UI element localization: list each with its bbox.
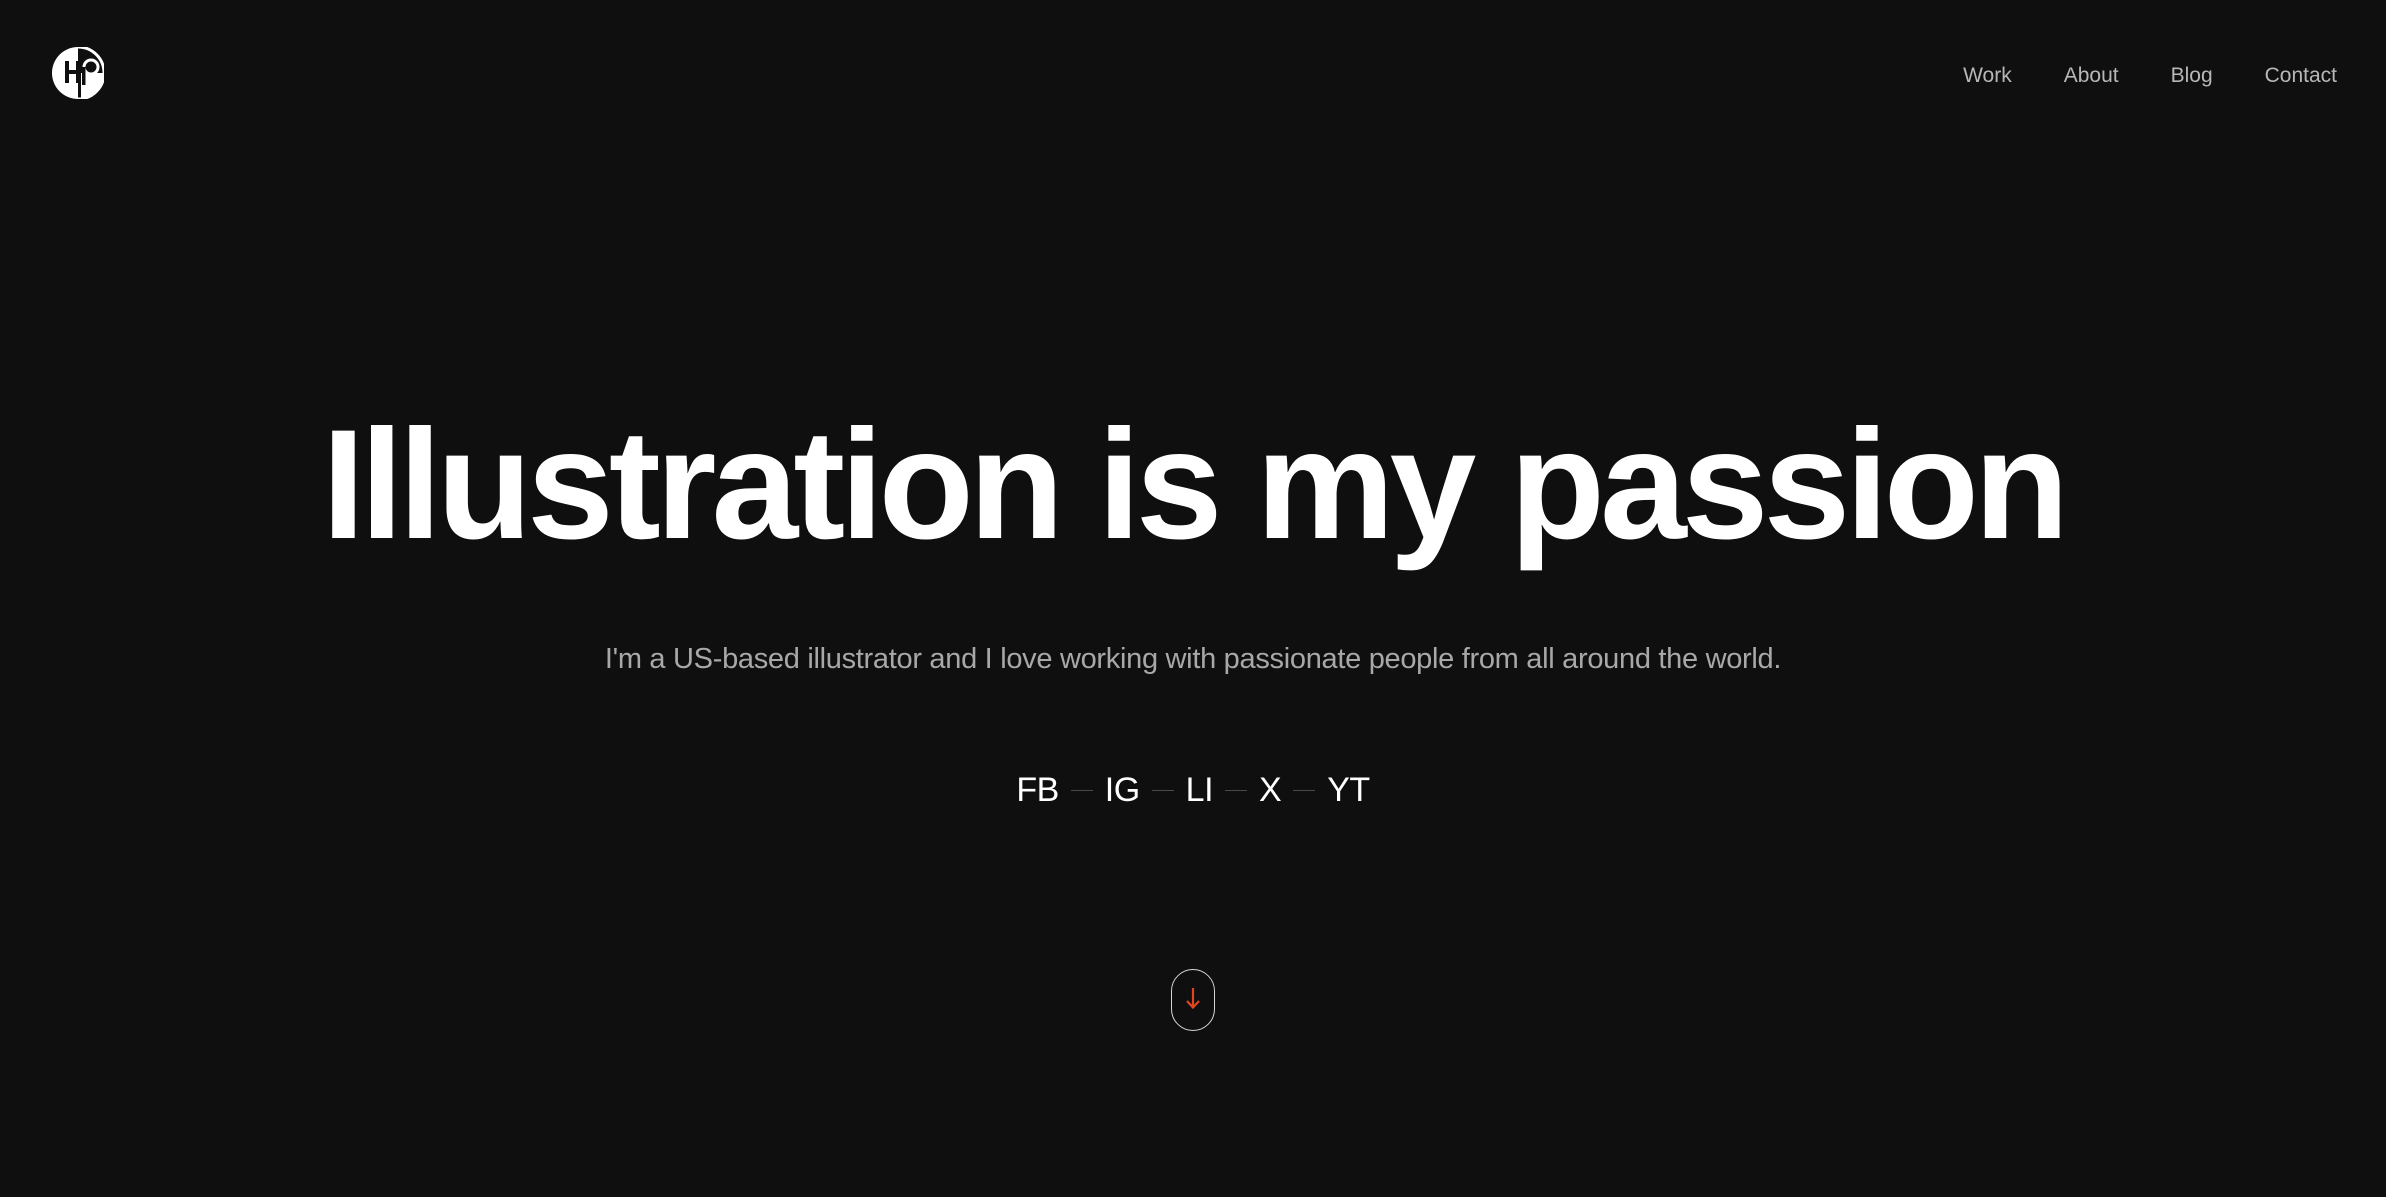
nav-link-blog[interactable]: Blog xyxy=(2171,62,2213,90)
nav-link-work[interactable]: Work xyxy=(1963,62,2012,90)
nav-link-about[interactable]: About xyxy=(2064,62,2119,90)
nav-link-contact[interactable]: Contact xyxy=(2265,62,2337,90)
main-nav: Work About Blog Contact xyxy=(1911,62,2337,90)
social-link-instagram[interactable]: IG xyxy=(1105,768,1140,812)
arrow-down-icon xyxy=(1184,985,1202,1016)
social-links: FB IG LI X YT xyxy=(0,768,2386,812)
social-separator xyxy=(1225,789,1248,791)
hp-logo-icon[interactable] xyxy=(52,45,106,101)
page: Work About Blog Contact Illustration is … xyxy=(0,0,2386,1197)
hero-headline: Illustration is my passion xyxy=(321,398,2069,572)
scroll-down-button[interactable] xyxy=(1171,969,1215,1031)
social-separator xyxy=(1293,789,1316,791)
hero-subline: I'm a US-based illustrator and I love wo… xyxy=(604,643,1782,675)
social-separator xyxy=(1151,789,1174,791)
social-link-x[interactable]: X xyxy=(1259,768,1282,812)
social-link-linkedin[interactable]: LI xyxy=(1186,768,1214,812)
social-link-youtube[interactable]: YT xyxy=(1327,768,1370,812)
social-link-facebook[interactable]: FB xyxy=(1016,768,1059,812)
social-separator xyxy=(1070,789,1093,791)
